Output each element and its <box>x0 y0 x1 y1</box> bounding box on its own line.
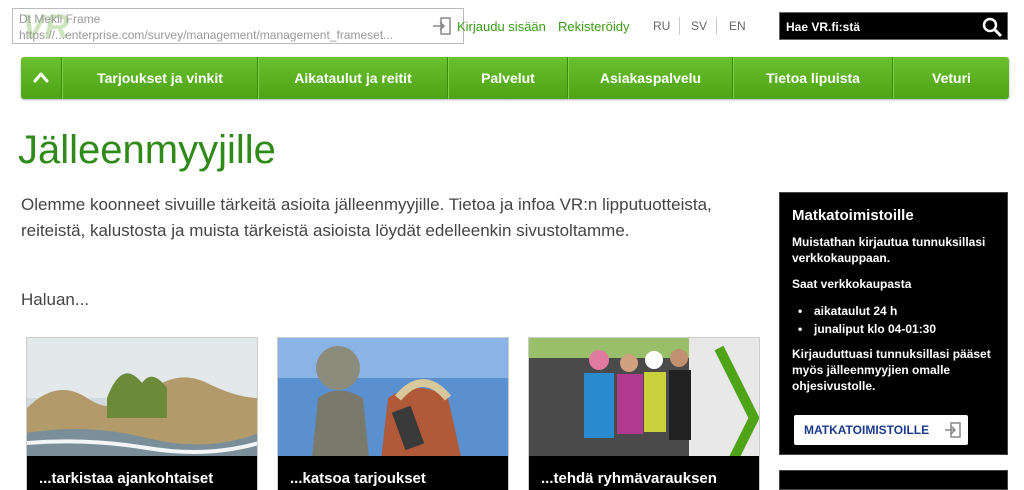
sidebar-title: Matkatoimistoille <box>792 207 914 224</box>
tooltip-title: Dt Mekli Frame <box>19 12 101 26</box>
list-item: junaliput klo 04-01:30 <box>792 320 995 338</box>
button-label: MATKATOIMISTOILLE <box>804 423 930 437</box>
nav-item-customer-service[interactable]: Asiakaspalvelu <box>568 57 733 99</box>
lang-sv[interactable]: SV <box>691 19 707 33</box>
login-arrow-icon <box>945 422 961 438</box>
login-icon[interactable] <box>432 17 452 35</box>
list-item: aikataulut 24 h <box>792 302 995 320</box>
lang-separator <box>716 17 717 35</box>
lang-separator <box>679 17 680 35</box>
travel-agencies-button[interactable]: MATKATOIMISTOILLE <box>794 415 968 445</box>
tooltip-url: https://...enterprise.com/survey/managem… <box>19 28 394 42</box>
browser-tooltip: Dt Mekli Frame https://...enterprise.com… <box>12 8 464 44</box>
card-offers[interactable]: ...katsoa tarjoukset <box>277 337 509 490</box>
nav-item-services[interactable]: Palvelut <box>448 57 568 99</box>
lang-en[interactable]: EN <box>729 19 746 33</box>
sidebar-paragraph: Kirjauduttuasi tunnuksillasi pääset myös… <box>792 347 991 393</box>
card-current[interactable]: ...tarkistaa ajankohtaiset <box>26 337 258 490</box>
lang-ru[interactable]: RU <box>653 19 670 33</box>
login-link[interactable]: Kirjaudu sisään <box>457 19 546 34</box>
nav-item-offers[interactable]: Tarjoukset ja vinkit <box>62 57 258 99</box>
search-input[interactable] <box>786 17 976 37</box>
sidebar-list: aikataulut 24 h junaliput klo 04-01:30 <box>792 302 995 338</box>
nav-item-veturi[interactable]: Veturi <box>893 57 1009 99</box>
card-label: ...katsoa tarjoukset <box>278 456 508 490</box>
sidebar-travel-agencies: Matkatoimistoille Muistathan kirjautua t… <box>779 192 1008 455</box>
main-nav: Tarjoukset ja vinkit Aikataulut ja reiti… <box>21 57 1009 99</box>
search-icon[interactable] <box>981 16 1003 38</box>
page-title: Jälleenmyyjille <box>18 128 276 172</box>
register-link[interactable]: Rekisteröidy <box>558 19 630 34</box>
sidebar-next-box <box>779 470 1008 490</box>
sidebar-paragraph: Muistathan kirjautua tunnuksillasi verkk… <box>792 235 986 265</box>
nav-item-tickets[interactable]: Tietoa lipuista <box>733 57 893 99</box>
card-group-booking[interactable]: ...tehdä ryhmävarauksen <box>528 337 760 490</box>
want-label: Haluan... <box>21 290 90 309</box>
nav-home[interactable] <box>21 57 62 99</box>
intro-text: Olemme koonneet sivuille tärkeitä asioit… <box>21 195 712 240</box>
card-label: ...tarkistaa ajankohtaiset <box>27 456 257 490</box>
nav-item-timetables[interactable]: Aikataulut ja reitit <box>258 57 448 99</box>
home-icon <box>33 72 49 83</box>
card-label: ...tehdä ryhmävarauksen <box>529 456 759 490</box>
search-box <box>779 12 1008 40</box>
sidebar-paragraph: Saat verkkokaupasta <box>792 277 912 291</box>
